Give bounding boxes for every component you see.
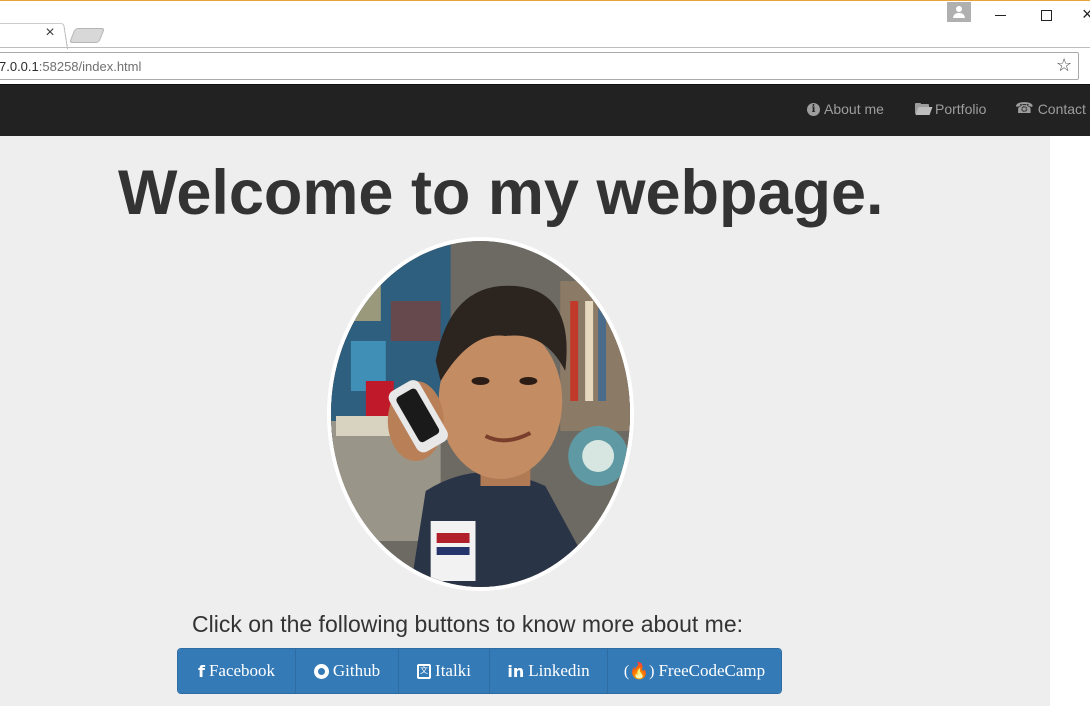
- url-path: :58258/index.html: [38, 59, 142, 74]
- nav-portfolio-label: Portfolio: [935, 101, 987, 117]
- url-text: 7.0.0.1:58258/index.html: [0, 59, 141, 74]
- profile-photo: [327, 237, 634, 591]
- facebook-icon: f: [197, 661, 205, 681]
- github-label: Github: [332, 661, 381, 680]
- page-title: Welcome to my webpage.: [118, 158, 884, 228]
- tab-close-icon[interactable]: ×: [43, 25, 57, 41]
- nav-portfolio[interactable]: Portfolio: [915, 101, 986, 117]
- bookmark-star-icon[interactable]: ☆: [1056, 55, 1072, 75]
- info-circle-icon: i: [807, 102, 820, 116]
- profile-photo-illustration: [331, 241, 630, 587]
- nav-about-label: About me: [824, 101, 884, 117]
- github-button[interactable]: Github: [296, 649, 399, 693]
- phone-icon: ☎: [1015, 100, 1034, 117]
- buttons-prompt: Click on the following buttons to know m…: [192, 611, 744, 637]
- linkedin-label: Linkedin: [528, 661, 590, 680]
- address-bar[interactable]: 7.0.0.1:58258/index.html: [0, 52, 1079, 80]
- social-button-group: f Facebook Github 文 Italki in Linkedin (…: [177, 648, 782, 694]
- linkedin-icon: in: [507, 661, 525, 681]
- site-navbar: i About me Portfolio ☎ Contact: [0, 84, 1090, 136]
- profile-icon[interactable]: [947, 2, 971, 22]
- window-close-icon[interactable]: ×: [1082, 4, 1090, 24]
- italki-label: Italki: [435, 661, 471, 680]
- browser-chrome: × × 7.0.0.1:58258/index.html ☆: [0, 0, 1090, 84]
- nav-contact[interactable]: ☎ Contact: [1015, 101, 1086, 117]
- github-icon: [313, 663, 329, 679]
- page-right-margin: [1050, 136, 1090, 706]
- nav-about-me[interactable]: i About me: [807, 101, 884, 117]
- italki-button[interactable]: 文 Italki: [399, 649, 490, 693]
- nav-contact-label: Contact: [1037, 101, 1086, 117]
- browser-tab[interactable]: [0, 22, 68, 49]
- toolbar-divider: [0, 47, 1090, 48]
- new-tab-button[interactable]: [68, 28, 106, 43]
- minimize-icon[interactable]: [995, 15, 1006, 16]
- facebook-button[interactable]: f Facebook: [178, 649, 296, 693]
- freecodecamp-icon: (🔥): [623, 663, 655, 680]
- folder-open-icon: [915, 103, 933, 115]
- freecodecamp-button[interactable]: (🔥) FreeCodeCamp: [608, 649, 781, 693]
- tab-strip: × ×: [0, 1, 1090, 49]
- facebook-label: Facebook: [208, 661, 276, 680]
- linkedin-button[interactable]: in Linkedin: [490, 649, 608, 693]
- url-host: 7.0.0.1: [0, 59, 39, 74]
- freecodecamp-label: FreeCodeCamp: [658, 661, 766, 680]
- maximize-icon[interactable]: [1041, 10, 1052, 21]
- page-content: Welcome to my webpage. Click on the foll…: [0, 136, 1050, 706]
- italki-icon: 文: [417, 663, 432, 679]
